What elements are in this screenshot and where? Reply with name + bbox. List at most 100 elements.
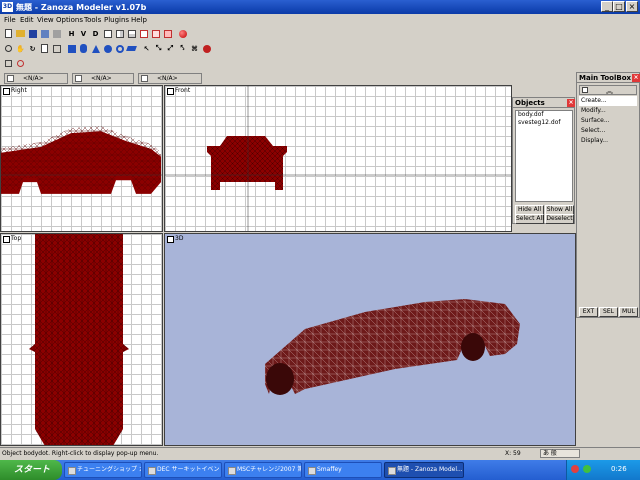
- layout-2-icon[interactable]: [114, 28, 125, 39]
- mul-button[interactable]: MUL: [619, 307, 638, 317]
- select-all-button[interactable]: Select All: [515, 214, 544, 224]
- view-h-button[interactable]: H: [66, 28, 77, 39]
- sphere-icon[interactable]: [102, 43, 113, 54]
- task-button[interactable]: Smaffey: [304, 462, 382, 478]
- viewport-3d[interactable]: 3D: [164, 233, 576, 446]
- open-folder-icon[interactable]: [15, 28, 26, 39]
- sel-button[interactable]: SEL: [599, 307, 618, 317]
- system-tray: 0:26: [566, 460, 640, 480]
- minimize-button[interactable]: _: [601, 1, 613, 12]
- coord-readout: X: 59: [505, 450, 521, 457]
- wire-box-icon[interactable]: [51, 43, 62, 54]
- toolbox-pin-icon[interactable]: [582, 87, 588, 93]
- title-bar: 3D 無題 - Zanoza Modeler v1.07b _ □ ×: [0, 0, 640, 14]
- select-edge-icon[interactable]: ⤡: [153, 43, 164, 54]
- main-toolbox: Main ToolBox × ︽ Create... Modify... Sur…: [576, 72, 640, 318]
- zoom-icon[interactable]: [3, 43, 14, 54]
- plane-icon[interactable]: [126, 43, 137, 54]
- layout-1-icon[interactable]: [102, 28, 113, 39]
- layout-6-icon[interactable]: [162, 28, 173, 39]
- stop-icon[interactable]: [201, 43, 212, 54]
- new-file-icon[interactable]: [3, 28, 14, 39]
- viewport-front[interactable]: Front: [164, 85, 512, 232]
- viewport-top[interactable]: Top: [0, 233, 163, 446]
- toolbox-collapse-icon[interactable]: ︽: [606, 86, 613, 96]
- objects-close-icon[interactable]: ×: [567, 99, 575, 107]
- menu-file[interactable]: File: [4, 16, 16, 24]
- layout-4-icon[interactable]: [138, 28, 149, 39]
- ime-bar[interactable]: あ 般: [540, 449, 580, 458]
- select-vertex-icon[interactable]: ↖: [141, 43, 152, 54]
- magnet-icon[interactable]: ⌘: [189, 43, 200, 54]
- start-button[interactable]: スタート: [0, 460, 62, 480]
- selection-box-2[interactable]: <N/A>: [72, 73, 134, 84]
- cone-icon[interactable]: [90, 43, 101, 54]
- task-button[interactable]: MSCチャレンジ2007 第...: [224, 462, 302, 478]
- cube-icon[interactable]: [66, 43, 77, 54]
- taskbar: スタート チューニングショップ カ... DEC サーキットイベント... MS…: [0, 460, 640, 480]
- tray-icon[interactable]: [571, 465, 579, 473]
- task-button-active[interactable]: 無題 - Zanoza Model...: [384, 462, 464, 478]
- view-v-button[interactable]: V: [78, 28, 89, 39]
- axis-icon[interactable]: [15, 58, 26, 69]
- toolbox-close-icon[interactable]: ×: [632, 74, 640, 82]
- render-sphere-icon[interactable]: [177, 28, 188, 39]
- grid-snap-icon[interactable]: [3, 58, 14, 69]
- toolbox-select[interactable]: Select...: [579, 126, 637, 136]
- toolbox-surface[interactable]: Surface...: [579, 116, 637, 126]
- toolbox-tab-strip: ︽: [579, 85, 637, 95]
- toolbar-small: [0, 57, 640, 71]
- toolbox-create[interactable]: Create...: [579, 96, 637, 106]
- toolbox-menu: Create... Modify... Surface... Select...…: [579, 96, 637, 146]
- menu-help[interactable]: Help: [131, 16, 147, 24]
- layout-3-icon[interactable]: [126, 28, 137, 39]
- window-title: 無題 - Zanoza Modeler v1.07b: [16, 3, 147, 12]
- toolbar-main: H V D: [0, 27, 640, 41]
- status-bar: Object bodydot. Right-click to display p…: [0, 447, 640, 459]
- task-button[interactable]: チューニングショップ カ...: [64, 462, 142, 478]
- deselect-button[interactable]: Deselect: [545, 214, 574, 224]
- menu-tools[interactable]: Tools: [84, 16, 101, 24]
- import-icon[interactable]: [39, 28, 50, 39]
- clock: 0:26: [611, 465, 627, 473]
- tray-icon[interactable]: [583, 465, 591, 473]
- view-d-button[interactable]: D: [90, 28, 101, 39]
- objects-list[interactable]: body.dof svesteg12.dof: [515, 110, 573, 202]
- page-icon[interactable]: [39, 43, 50, 54]
- torus-icon[interactable]: [114, 43, 125, 54]
- selection-box-1[interactable]: <N/A>: [4, 73, 68, 84]
- ext-button[interactable]: EXT: [579, 307, 598, 317]
- car-front-mesh: [165, 86, 511, 231]
- layout-5-icon[interactable]: [150, 28, 161, 39]
- status-message: Object bodydot. Right-click to display p…: [2, 450, 159, 457]
- selection-box-3-value: <N/A>: [157, 75, 178, 82]
- car-top-mesh: [29, 234, 129, 445]
- selection-box-3[interactable]: <N/A>: [138, 73, 202, 84]
- menu-plugins[interactable]: Plugins: [104, 16, 129, 24]
- select-object-icon[interactable]: ⤣: [177, 43, 188, 54]
- menu-view[interactable]: View: [37, 16, 54, 24]
- close-button[interactable]: ×: [626, 1, 638, 12]
- pan-hand-icon[interactable]: ✋: [15, 43, 26, 54]
- export-icon[interactable]: [51, 28, 62, 39]
- menu-edit[interactable]: Edit: [20, 16, 34, 24]
- toolbar-tools: ✋ ↻ ↖ ⤡ ⤢ ⤣ ⌘: [0, 42, 640, 56]
- car-side-mesh: [1, 126, 162, 231]
- menu-options[interactable]: Options: [56, 16, 83, 24]
- save-icon[interactable]: [27, 28, 38, 39]
- objects-panel: Objects × body.dof svesteg12.dof Hide Al…: [512, 97, 575, 224]
- selection-box-1-value: <N/A>: [23, 75, 44, 82]
- toolbox-modify[interactable]: Modify...: [579, 106, 637, 116]
- object-item[interactable]: svesteg12.dof: [516, 119, 572, 127]
- task-button[interactable]: DEC サーキットイベント...: [144, 462, 222, 478]
- object-item[interactable]: body.dof: [516, 111, 572, 119]
- select-face-icon[interactable]: ⤢: [165, 43, 176, 54]
- viewport-right[interactable]: Right: [0, 85, 163, 232]
- cylinder-icon[interactable]: [78, 43, 89, 54]
- objects-panel-title: Objects: [513, 98, 574, 108]
- toolbox-display[interactable]: Display...: [579, 136, 637, 146]
- menu-bar: File Edit View Options Tools Plugins Hel…: [0, 14, 640, 26]
- maximize-button[interactable]: □: [613, 1, 625, 12]
- rotate-icon[interactable]: ↻: [27, 43, 38, 54]
- selection-box-2-value: <N/A>: [91, 75, 112, 82]
